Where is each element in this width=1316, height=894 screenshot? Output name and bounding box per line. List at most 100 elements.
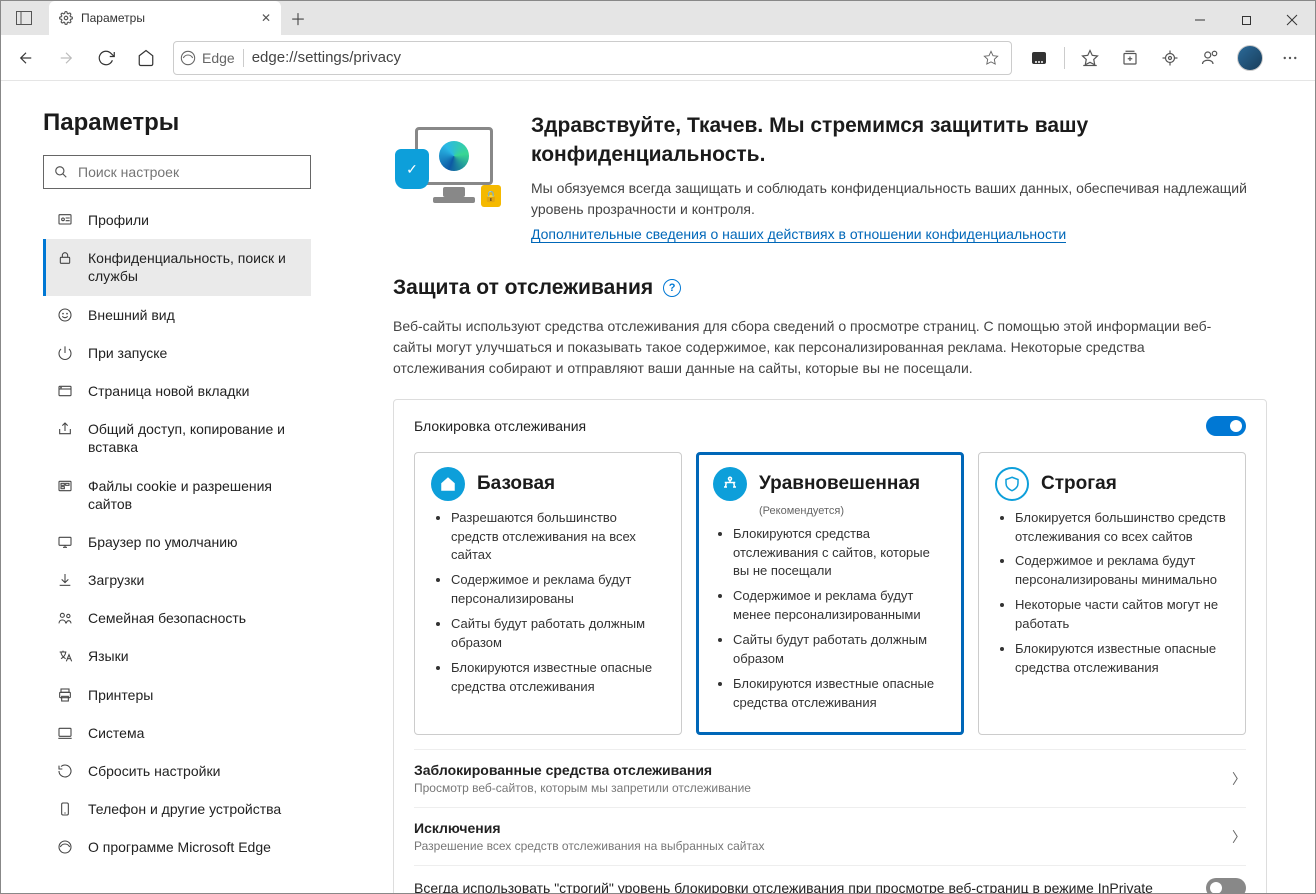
- collections-icon[interactable]: [1111, 39, 1149, 77]
- settings-main[interactable]: ✓ 🔒 Здравствуйте, Ткачев. Мы стремимся з…: [353, 81, 1315, 893]
- hero-body: Мы обязуемся всегда защищать и соблюдать…: [531, 178, 1267, 220]
- forward-button[interactable]: [47, 39, 85, 77]
- separator: [243, 49, 244, 67]
- level-recommended-label: (Рекомендуется): [759, 505, 947, 517]
- hero-illustration: ✓ 🔒: [393, 121, 503, 211]
- family-icon: [56, 609, 74, 626]
- chevron-right-icon: 〉: [1232, 827, 1246, 847]
- info-icon[interactable]: ?: [663, 279, 681, 297]
- reset-icon: [56, 762, 74, 779]
- level-bullet: Блокируются известные опасные средства о…: [1015, 640, 1229, 678]
- sidebar-item[interactable]: Профили: [43, 201, 311, 239]
- favorites-icon[interactable]: [1071, 39, 1109, 77]
- home-button[interactable]: [127, 39, 165, 77]
- tracking-level-option[interactable]: Базовая Разрешаются большинство средств о…: [414, 452, 682, 736]
- minimize-button[interactable]: [1177, 5, 1223, 35]
- shield-icon: ✓: [395, 149, 429, 189]
- sidebar-item[interactable]: Система: [43, 714, 311, 752]
- level-title: Базовая: [477, 473, 555, 495]
- sidebar-item[interactable]: Языки: [43, 637, 311, 675]
- back-button[interactable]: [7, 39, 45, 77]
- sidebar-item-label: Телефон и другие устройства: [88, 800, 281, 818]
- level-bullet: Блокируются средства отслеживания с сайт…: [733, 525, 947, 582]
- vertical-tabs-icon[interactable]: [7, 1, 41, 35]
- address-bar[interactable]: Edge: [173, 41, 1012, 75]
- toolbar-right: [1020, 39, 1309, 77]
- edge-icon: [180, 50, 196, 66]
- sidebar-item[interactable]: Общий доступ, копирование и вставка: [43, 410, 311, 466]
- profile-avatar[interactable]: [1231, 39, 1269, 77]
- refresh-button[interactable]: [87, 39, 125, 77]
- level-bullets: Разрешаются большинство средств отслежив…: [431, 509, 665, 697]
- close-icon[interactable]: ✕: [261, 11, 271, 25]
- level-bullet: Блокируются известные опасные средства о…: [733, 675, 947, 713]
- browser-tab[interactable]: Параметры ✕: [49, 1, 281, 35]
- sidebar-item[interactable]: Сбросить настройки: [43, 752, 311, 790]
- settings-sidebar: Параметры ПрофилиКонфиденциальность, пои…: [1, 81, 353, 893]
- settings-search[interactable]: [43, 155, 311, 189]
- printer-icon: [56, 686, 74, 703]
- level-icon: [995, 467, 1029, 501]
- level-bullets: Блокируется большинство средств отслежив…: [995, 509, 1229, 678]
- hero-learn-more-link[interactable]: Дополнительные сведения о наших действия…: [531, 226, 1066, 243]
- browser-toolbar: Edge: [1, 35, 1315, 81]
- sidebar-item[interactable]: Загрузки: [43, 561, 311, 599]
- sidebar-item-label: При запуске: [88, 344, 167, 362]
- site-identity[interactable]: Edge: [180, 50, 235, 66]
- sidebar-item-label: Профили: [88, 211, 149, 229]
- edge-icon: [56, 838, 74, 855]
- search-input[interactable]: [78, 164, 300, 180]
- search-icon: [54, 165, 68, 179]
- sidebar-item[interactable]: Принтеры: [43, 676, 311, 714]
- phone-icon: [56, 800, 74, 817]
- url-input[interactable]: [252, 49, 969, 66]
- identity-label: Edge: [202, 50, 235, 66]
- strict-inprivate-toggle[interactable]: [1206, 878, 1246, 893]
- gear-icon: [59, 11, 73, 25]
- level-bullet: Блокируются известные опасные средства о…: [451, 659, 665, 697]
- blocked-trackers-sub: Просмотр веб-сайтов, которым мы запретил…: [414, 781, 751, 795]
- maximize-button[interactable]: [1223, 5, 1269, 35]
- sidebar-item-label: Внешний вид: [88, 306, 175, 324]
- sidebar-item[interactable]: Конфиденциальность, поиск и службы: [43, 239, 311, 295]
- favorite-star-icon[interactable]: [977, 39, 1005, 77]
- sidebar-item[interactable]: Семейная безопасность: [43, 599, 311, 637]
- feedback-icon[interactable]: [1191, 39, 1229, 77]
- blocked-trackers-row[interactable]: Заблокированные средства отслеживания Пр…: [414, 749, 1246, 807]
- sidebar-item[interactable]: При запуске: [43, 334, 311, 372]
- sidebar-item-label: Семейная безопасность: [88, 609, 246, 627]
- close-window-button[interactable]: [1269, 5, 1315, 35]
- new-tab-button[interactable]: ＋: [281, 1, 315, 35]
- extensions-icon[interactable]: [1151, 39, 1189, 77]
- tracker-badge-icon[interactable]: [1020, 39, 1058, 77]
- tab-title: Параметры: [81, 11, 253, 25]
- sidebar-item[interactable]: Внешний вид: [43, 296, 311, 334]
- share-icon: [56, 420, 74, 437]
- sidebar-item[interactable]: Страница новой вкладки: [43, 372, 311, 410]
- tracking-level-option[interactable]: Уравновешенная (Рекомендуется) Блокируются…: [696, 452, 964, 736]
- exceptions-row[interactable]: Исключения Разрешение всех средств отсле…: [414, 807, 1246, 865]
- tracking-toggle[interactable]: [1206, 416, 1246, 436]
- sidebar-item-label: Принтеры: [88, 686, 153, 704]
- settings-nav: Профили Конфиденциальность, поиск и служб…: [43, 201, 311, 867]
- hero-title: Здравствуйте, Ткачев. Мы стремимся защит…: [531, 111, 1267, 170]
- level-bullet: Сайты будут работать должным образом: [451, 615, 665, 653]
- exceptions-title: Исключения: [414, 820, 765, 836]
- more-menu-icon[interactable]: [1271, 39, 1309, 77]
- strict-inprivate-row: Всегда использовать "строгий" уровень бл…: [414, 865, 1246, 893]
- sidebar-item-label: Конфиденциальность, поиск и службы: [88, 249, 301, 285]
- blocked-trackers-title: Заблокированные средства отслеживания: [414, 762, 751, 778]
- level-bullet: Разрешаются большинство средств отслежив…: [451, 509, 665, 566]
- sidebar-item[interactable]: О программе Microsoft Edge: [43, 828, 311, 866]
- tracking-card: Блокировка отслеживания БазоваяРазрешают…: [393, 399, 1267, 893]
- tracking-level-option[interactable]: СтрогаяБлокируется большинство средств о…: [978, 452, 1246, 736]
- sidebar-item[interactable]: Файлы cookie и разрешения сайтов: [43, 467, 311, 523]
- sidebar-item[interactable]: Браузер по умолчанию: [43, 523, 311, 561]
- sidebar-item[interactable]: Телефон и другие устройства: [43, 790, 311, 828]
- level-bullets: Блокируются средства отслеживания с сайт…: [713, 525, 947, 713]
- level-title: Уравновешенная: [759, 473, 920, 495]
- browser-icon: [56, 533, 74, 550]
- level-bullet: Содержимое и реклама будут менее персона…: [733, 587, 947, 625]
- lock-icon: [56, 249, 74, 266]
- lock-icon: 🔒: [481, 185, 501, 207]
